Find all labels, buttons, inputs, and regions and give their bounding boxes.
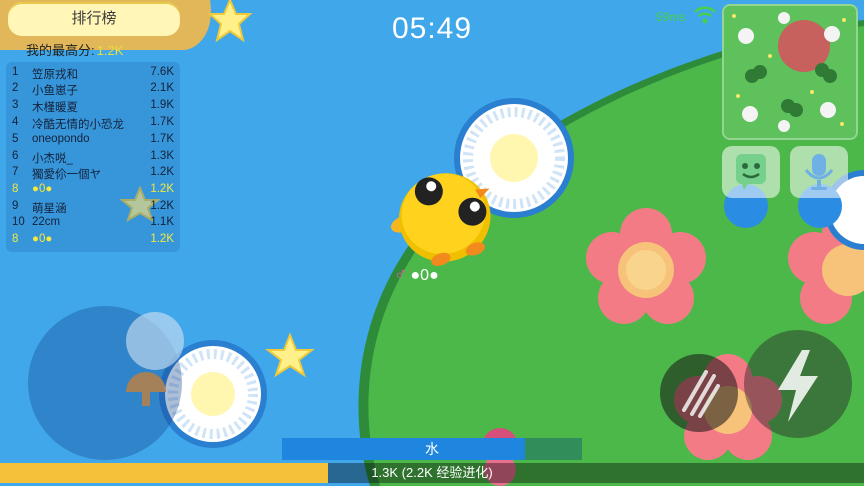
joystick-knob[interactable]	[126, 312, 184, 370]
player-name: ●0●	[32, 183, 53, 195]
lightning-icon	[778, 350, 818, 422]
wifi-icon	[694, 6, 716, 24]
rank: 8	[12, 183, 19, 195]
minimap	[722, 4, 858, 140]
leaderboard-row: 9 萌星涵 1.2K	[12, 200, 180, 216]
rank: 4	[12, 116, 19, 128]
score: 1.7K	[150, 133, 174, 145]
biome-label: 水	[425, 441, 439, 457]
leaderboard-row: 6 小杰哾_ 1.3K	[12, 150, 180, 166]
rank: 5	[12, 133, 19, 145]
score: 7.6K	[150, 66, 174, 78]
player-name: 獨愛伱一個ヤ	[32, 169, 101, 181]
leaderboard-row: 4 冷酷无情的小恐龙 1.7K	[12, 116, 180, 132]
leaderboard-row-self: 8 ●0● 1.2K	[12, 233, 180, 249]
smiley-icon	[736, 154, 766, 190]
boost-button[interactable]	[744, 330, 852, 438]
leaderboard-row: 3 木槿暖夏 1.9K	[12, 99, 180, 115]
player-name: 小鱼崽子	[32, 85, 78, 97]
minimap-terrain	[724, 6, 856, 138]
my-best-score: 我的最高分: 1.2K	[26, 40, 123, 59]
rank: 10	[12, 216, 25, 228]
gender-icon: ♂	[394, 264, 408, 284]
player-name: ●0●	[32, 233, 53, 245]
leaderboard-header: 排行榜	[8, 2, 180, 36]
leaderboard-title: 排行榜	[71, 10, 117, 27]
player-name: ●0●	[410, 267, 439, 284]
voice-button[interactable]	[790, 146, 848, 198]
score: 2.1K	[150, 82, 174, 94]
score: 1.9K	[150, 99, 174, 111]
rank: 6	[12, 150, 19, 162]
player-name: 木槿暖夏	[32, 102, 78, 114]
skill-button[interactable]	[660, 354, 738, 432]
rank: 2	[12, 82, 19, 94]
rank: 3	[12, 99, 19, 111]
rank: 9	[12, 200, 19, 212]
score: 1.2K	[150, 200, 174, 212]
player-name: 萌星涵	[32, 203, 67, 215]
score: 1.2K	[150, 233, 174, 245]
xp-progress-bar: 1.3K (2.2K 经验进化)	[0, 463, 864, 483]
leaderboard-row: 2 小鱼崽子 2.1K	[12, 82, 180, 98]
score: 1.1K	[150, 216, 174, 228]
biome-bar: 水	[282, 438, 582, 460]
ping-readout: 59ms	[656, 10, 686, 24]
player-name-tag: ♂ ●0●	[394, 264, 439, 285]
match-timer: 05:49	[391, 12, 473, 45]
score: 1.7K	[150, 116, 174, 128]
leaderboard-row-self: 8 ●0● 1.2K	[12, 183, 180, 199]
player-name: oneopondo	[32, 133, 90, 145]
leaderboard-row: 1 笠原戎和 7.6K	[12, 66, 180, 82]
score: 1.2K	[150, 166, 174, 178]
leaderboard-list: 1 笠原戎和 7.6K 2 小鱼崽子 2.1K 3 木槿暖夏 1.9K 4 冷酷无情的小恐龙 1…	[6, 62, 180, 252]
my-best-value: 1.2K	[96, 43, 124, 58]
emote-button[interactable]	[722, 146, 780, 198]
score: 1.2K	[150, 183, 174, 195]
score: 1.3K	[150, 150, 174, 162]
leaderboard-row: 10 22cm 1.1K	[12, 216, 180, 232]
player-name: 小杰哾_	[32, 153, 73, 165]
player-name: 冷酷无情的小恐龙	[32, 119, 124, 131]
claw-slash-icon	[682, 370, 720, 418]
my-best-label: 我的最高分:	[26, 43, 95, 58]
player-name: 22cm	[32, 216, 61, 228]
rank: 8	[12, 233, 19, 245]
rank: 7	[12, 166, 19, 178]
rank: 1	[12, 66, 19, 78]
leaderboard-row: 5 oneopondo 1.7K	[12, 133, 180, 149]
xp-label: 1.3K (2.2K 经验进化)	[371, 465, 493, 480]
leaderboard-row: 7 獨愛伱一個ヤ 1.2K	[12, 166, 180, 182]
player-name: 笠原戎和	[32, 69, 78, 81]
microphone-icon	[804, 154, 834, 190]
